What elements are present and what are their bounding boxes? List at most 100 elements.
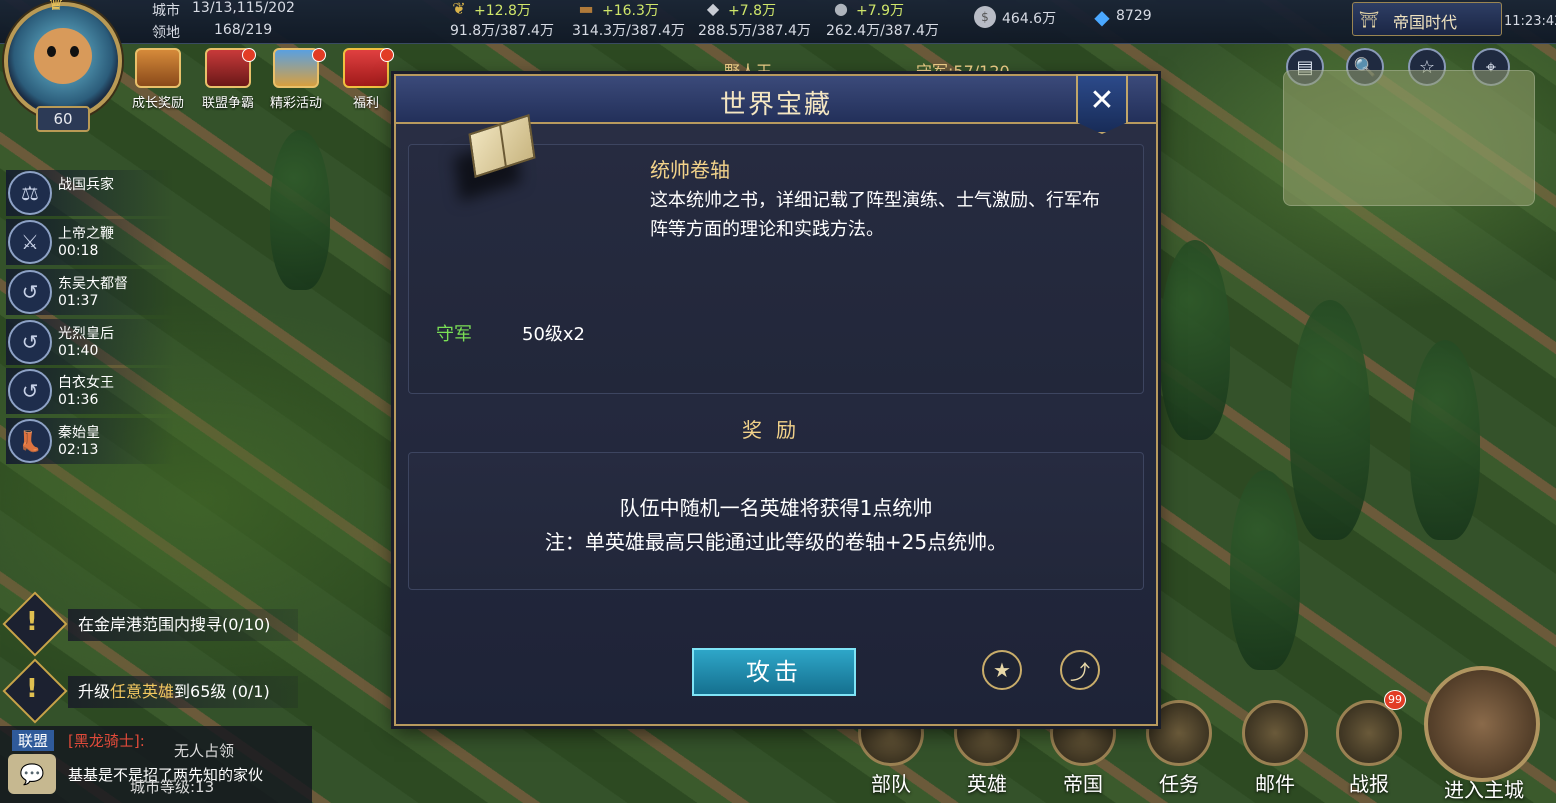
era-label: 帝国时代 [1393, 13, 1458, 32]
castle-icon[interactable] [1424, 666, 1540, 782]
reward-heading: 奖励 [742, 418, 810, 442]
dialog-title: 世界宝藏 [719, 90, 832, 120]
item-description: 这本统帅之书，详细记载了阵型演练、士气激励、行军布阵等方面的理论和实践方法。 [650, 190, 1100, 240]
quest-text-highlight: 任意英雄 [110, 682, 175, 701]
event-label: 成长奖励 [131, 96, 184, 111]
queue-time: 00:18 [58, 243, 99, 259]
chat-sender: [黑龙骑士]: [68, 732, 145, 750]
era-button[interactable]: ⛩ 帝国时代 [1352, 2, 1502, 36]
boot-icon: 👢 [8, 419, 52, 463]
crossed-swords-icon: ⚔ [8, 220, 52, 264]
return-arrow-icon: ↺ [8, 369, 52, 413]
star-icon: ★ [993, 658, 1011, 682]
nav-label: 邮件 [1255, 772, 1295, 796]
notification-dot [312, 48, 326, 62]
tree [270, 130, 330, 290]
resource-amount: 288.5万/387.4万 [698, 23, 811, 39]
enter-city-label[interactable]: 进入主城 [1444, 774, 1524, 803]
item-panel [408, 144, 1144, 394]
resource-rate: +16.3万 [602, 3, 659, 19]
notification-dot [242, 48, 256, 62]
queue-time: 02:13 [58, 442, 99, 458]
resource-rate: +12.8万 [474, 3, 531, 19]
quest-item[interactable]: ! 在金岸港范围内搜寻(0/10) [2, 591, 306, 657]
wheat-icon: ❦ [452, 0, 466, 18]
envelope-icon [1242, 700, 1308, 766]
queue-name: 秦始皇 [58, 425, 100, 441]
unoccupied-label: 无人占领 [174, 742, 235, 760]
reward-panel [408, 452, 1144, 590]
territory-value: 168/219 [214, 22, 273, 38]
nav-mail[interactable]: 邮件 [1236, 700, 1314, 797]
event-growth-reward[interactable]: 成长奖励 [126, 48, 190, 111]
march-queue-item[interactable]: ↺ 白衣女王 01:36 [6, 368, 174, 414]
gem-amount: 8729 [1116, 8, 1152, 24]
march-queue-item[interactable]: ⚖ 战国兵家 [6, 170, 174, 216]
queue-name: 上帝之鞭 [58, 226, 114, 242]
nav-label: 帝国 [1063, 772, 1103, 796]
notification-dot [380, 48, 394, 62]
crown-icon: ♛ [47, 0, 65, 15]
clock: 11:23:42 [1504, 14, 1556, 29]
quest-text-a: 升级 [78, 682, 111, 701]
temple-icon: ⛩ [1358, 9, 1380, 29]
exclamation-icon: ! [26, 674, 38, 704]
nav-reports[interactable]: 战报 [1330, 700, 1408, 797]
march-queue-item[interactable]: ↺ 光烈皇后 01:40 [6, 319, 174, 365]
queue-name: 东吴大都督 [58, 276, 128, 292]
nav-label: 英雄 [967, 772, 1007, 796]
queue-name: 光烈皇后 [58, 326, 114, 342]
tree [1230, 470, 1300, 670]
return-arrow-icon: ↺ [8, 270, 52, 314]
tree [1290, 300, 1370, 540]
city-label: 城市 [152, 3, 180, 19]
player-level: 60 [36, 106, 90, 132]
wood-icon: ▬ [578, 0, 594, 18]
silver-coin-icon: $ [974, 6, 996, 28]
resource-amount: 314.3万/387.4万 [572, 23, 685, 39]
crossed-swords-icon [1336, 700, 1402, 766]
reward-line-1: 队伍中随机一名英雄将获得1点统帅 [619, 496, 933, 520]
quest-text-c: 到65级 (0/1) [174, 682, 270, 701]
city-value: 13/13,115/202 [192, 0, 295, 16]
exclamation-icon: ! [26, 607, 38, 637]
avatar-face [34, 28, 92, 84]
quest-item[interactable]: ! 升级任意英雄到65级 (0/1) [2, 658, 306, 724]
queue-time: 01:37 [58, 293, 99, 309]
nav-label: 任务 [1159, 772, 1199, 796]
attack-button[interactable]: 攻击 [692, 648, 856, 696]
march-queue-item[interactable]: ↺ 东吴大都督 01:37 [6, 269, 174, 315]
treasure-chest-icon [135, 48, 181, 88]
player-avatar[interactable] [4, 2, 122, 120]
chat-channel: 联盟 [12, 730, 55, 751]
resource-rate: +7.8万 [728, 3, 776, 19]
gem-icon: ◆ [1094, 5, 1110, 29]
resource-amount: 91.8万/387.4万 [450, 23, 554, 39]
minimap[interactable] [1283, 70, 1535, 206]
item-name: 统帅卷轴 [650, 158, 730, 182]
event-label: 联盟争霸 [201, 96, 254, 111]
queue-name: 白衣女王 [58, 375, 114, 391]
world-treasure-dialog: 世界宝藏 ✕ 统帅卷轴 这本统帅之书，详细记载了阵型演练、士气激励、行军布阵等方… [394, 74, 1158, 726]
resource-rate: +7.9万 [856, 3, 904, 19]
scales-icon: ⚖ [8, 171, 52, 215]
tree [1160, 240, 1230, 440]
stone-icon: ● [834, 0, 848, 18]
close-button[interactable]: ✕ [1076, 74, 1128, 134]
event-label: 福利 [352, 96, 379, 111]
resource-amount: 262.4万/387.4万 [826, 23, 939, 39]
chat-bubble-icon[interactable]: 💬 [8, 754, 56, 794]
share-button[interactable]: ⤴ [1060, 650, 1100, 690]
reward-line-2: 注：单英雄最高只能通过此等级的卷轴+25点统帅。 [544, 530, 1008, 554]
territory-label: 领地 [152, 25, 180, 41]
silver-amount: 464.6万 [1002, 11, 1057, 27]
march-queue-item[interactable]: ⚔ 上帝之鞭 00:18 [6, 219, 174, 265]
tree [1410, 340, 1480, 540]
favorite-star-button[interactable]: ★ [982, 650, 1022, 690]
march-queue-item[interactable]: 👢 秦始皇 02:13 [6, 418, 174, 464]
quest-text: 在金岸港范围内搜寻(0/10) [68, 609, 298, 641]
quest-text: 升级任意英雄到65级 (0/1) [68, 676, 298, 708]
guard-value: 50级x2 [522, 324, 586, 345]
queue-time: 01:40 [58, 343, 99, 359]
reports-badge: 99 [1384, 690, 1406, 710]
